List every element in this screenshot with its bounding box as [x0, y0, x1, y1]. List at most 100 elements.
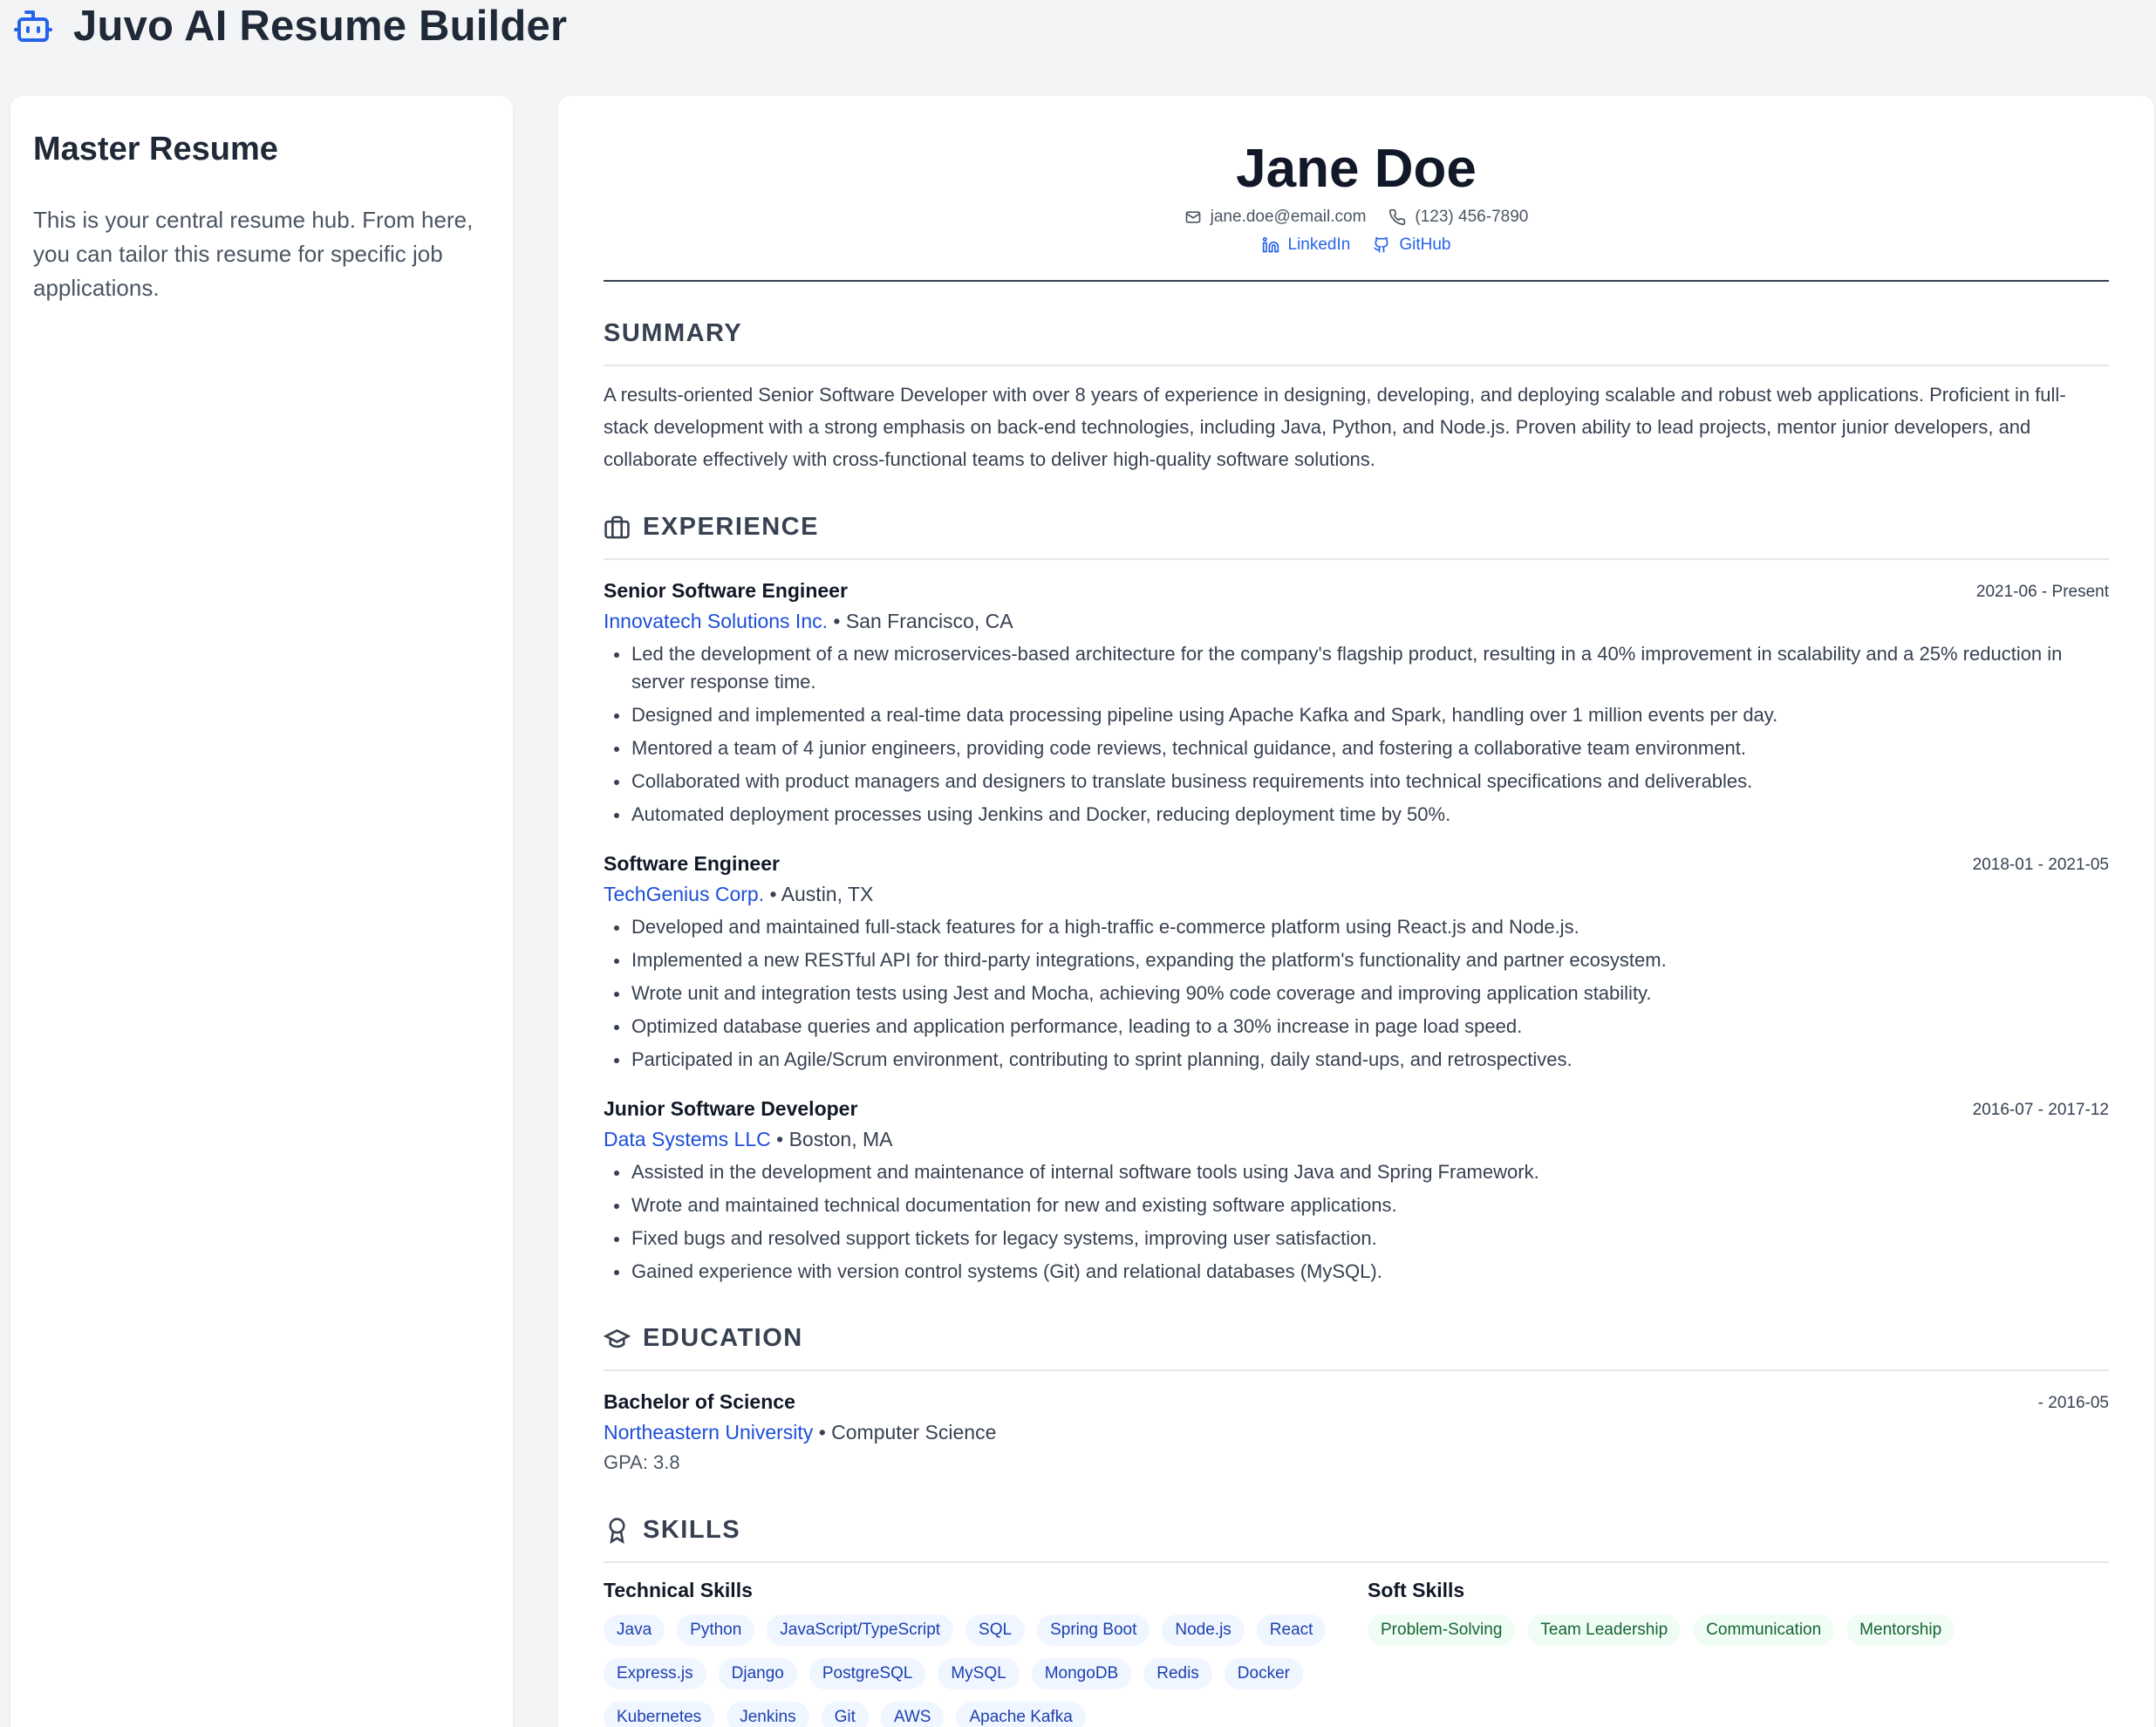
experience-heading: EXPERIENCE [604, 513, 2109, 542]
skill-tag: Node.js [1162, 1614, 1245, 1646]
phone-contact[interactable]: (123) 456-7890 [1388, 208, 1528, 227]
panel-description: This is your central resume hub. From he… [33, 207, 474, 301]
skill-tag: Jenkins [727, 1702, 809, 1727]
education-heading: EDUCATION [604, 1324, 2109, 1353]
skill-tag: PostgreSQL [808, 1658, 926, 1689]
skills-divider [604, 1561, 2109, 1563]
resume-preview: Jane Doe jane.doe@email.com (123) 456-78… [558, 96, 2154, 1727]
bullet-item: Wrote and maintained technical documenta… [604, 1191, 2109, 1219]
phone-icon [1389, 208, 1406, 226]
bullet-item: Collaborated with product managers and d… [604, 768, 2109, 795]
briefcase-icon [604, 515, 630, 539]
email-text: jane.doe@email.com [1210, 208, 1367, 226]
company-name: Innovatech Solutions Inc. [604, 610, 828, 632]
bullet-item: Led the development of a new microservic… [604, 640, 2109, 696]
linkedin-link[interactable]: LinkedIn [1262, 236, 1351, 255]
summary-text: A results-oriented Senior Software Devel… [604, 384, 2066, 470]
education-title: EDUCATION [643, 1324, 803, 1352]
gpa-text: GPA: 3.8 [604, 1451, 680, 1473]
social-links-row: LinkedIn GitHub [604, 236, 2109, 255]
skills-title: SKILLS [643, 1516, 741, 1544]
skill-tag: Apache Kafka [956, 1702, 1086, 1727]
skill-tag: Problem-Solving [1368, 1614, 1516, 1646]
skill-tag: Kubernetes [604, 1702, 715, 1727]
degree-title: Bachelor of Science [604, 1390, 795, 1413]
experience-item: Software Engineer 2018-01 - 2021-05 Tech… [604, 852, 2109, 1079]
experience-divider [604, 558, 2109, 560]
company-name: TechGenius Corp. [604, 883, 765, 905]
linkedin-icon [1262, 236, 1279, 253]
skill-tag: MySQL [938, 1658, 1020, 1689]
job-bullets: Led the development of a new microservic… [604, 640, 2109, 829]
education-item: Bachelor of Science - 2016-05 Northeaste… [604, 1390, 2109, 1473]
skill-tag: React [1256, 1614, 1327, 1646]
job-dates: 2021-06 - Present [1975, 583, 2109, 601]
skill-tag: Redis [1143, 1658, 1212, 1689]
mail-icon [1185, 211, 1200, 223]
bullet-item: Optimized database queries and applicati… [604, 1013, 2109, 1041]
contact-row: jane.doe@email.com (123) 456-7890 [604, 208, 2109, 227]
skill-tag: AWS [880, 1702, 945, 1727]
job-location: Boston, MA [788, 1128, 893, 1150]
technical-skill-tags: Java Python JavaScript/TypeScript SQL Spring… [604, 1614, 1345, 1727]
github-icon [1374, 236, 1388, 253]
soft-skills: Soft Skills Problem-Solving Team Leadersh… [1368, 1579, 2109, 1646]
bullet-item: Designed and implemented a real-time dat… [604, 701, 2109, 729]
skill-tag: Git [821, 1702, 869, 1727]
job-location: Austin, TX [781, 883, 874, 905]
github-link[interactable]: GitHub [1373, 236, 1450, 255]
skill-tag: Team Leadership [1527, 1614, 1682, 1646]
email-contact[interactable]: jane.doe@email.com [1184, 208, 1367, 227]
skill-tag: Python [677, 1614, 755, 1646]
school-name: Northeastern University [604, 1421, 814, 1444]
skill-tag: SQL [965, 1614, 1026, 1646]
job-title: Software Engineer [604, 852, 780, 875]
header-divider [604, 280, 2109, 282]
app-header: Juvo AI Resume Builder [0, 0, 2156, 61]
summary-title: SUMMARY [604, 319, 743, 347]
job-title: Junior Software Developer [604, 1097, 858, 1120]
job-bullets: Assisted in the development and maintena… [604, 1158, 2109, 1286]
graduation-cap-icon [604, 1329, 631, 1348]
skill-tag: JavaScript/TypeScript [767, 1614, 954, 1646]
experience-item: Junior Software Developer 2016-07 - 2017… [604, 1097, 2109, 1291]
job-dates: 2018-01 - 2021-05 [1972, 856, 2109, 874]
bullet-item: Gained experience with version control s… [604, 1258, 2109, 1286]
bullet-item: Implemented a new RESTful API for third-… [604, 946, 2109, 974]
bullet-item: Wrote unit and integration tests using J… [604, 980, 2109, 1007]
bullet-item: Fixed bugs and resolved support tickets … [604, 1225, 2109, 1253]
job-title: Senior Software Engineer [604, 579, 848, 602]
bullet-item: Automated deployment processes using Jen… [604, 801, 2109, 829]
skill-tag: Communication [1693, 1614, 1835, 1646]
robot-icon [14, 10, 52, 42]
bullet-item: Developed and maintained full-stack feat… [604, 913, 2109, 941]
skill-tag: Mentorship [1846, 1614, 1955, 1646]
summary-heading: SUMMARY [604, 319, 2109, 348]
bullet-item: Mentored a team of 4 junior engineers, p… [604, 734, 2109, 762]
panel-title: Master Resume [33, 131, 278, 167]
soft-skill-tags: Problem-Solving Team Leadership Communicat… [1368, 1614, 2109, 1646]
education-dates: - 2016-05 [2037, 1394, 2109, 1412]
soft-skills-title: Soft Skills [1368, 1579, 1465, 1601]
master-resume-panel: Master Resume This is your central resum… [10, 96, 513, 1727]
skill-tag: Spring Boot [1037, 1614, 1150, 1646]
technical-skills: Technical Skills Java Python JavaScript/Ty… [604, 1579, 1345, 1727]
experience-title: EXPERIENCE [643, 513, 819, 541]
job-bullets: Developed and maintained full-stack feat… [604, 913, 2109, 1074]
skills-heading: SKILLS [604, 1516, 2109, 1545]
skill-tag: Express.js [604, 1658, 706, 1689]
app-title: Juvo AI Resume Builder [73, 3, 568, 50]
resume-name: Jane Doe [1236, 139, 1477, 199]
job-dates: 2016-07 - 2017-12 [1972, 1101, 2109, 1119]
phone-text: (123) 456-7890 [1415, 208, 1529, 226]
education-divider [604, 1369, 2109, 1371]
field-of-study: Computer Science [831, 1421, 997, 1444]
experience-item: Senior Software Engineer 2021-06 - Prese… [604, 579, 2109, 834]
skill-tag: MongoDB [1031, 1658, 1132, 1689]
bullet-item: Participated in an Agile/Scrum environme… [604, 1046, 2109, 1074]
award-icon [609, 1518, 625, 1544]
summary-divider [604, 365, 2109, 366]
linkedin-text: LinkedIn [1287, 236, 1351, 254]
technical-skills-title: Technical Skills [604, 1579, 753, 1601]
skill-tag: Django [718, 1658, 797, 1689]
